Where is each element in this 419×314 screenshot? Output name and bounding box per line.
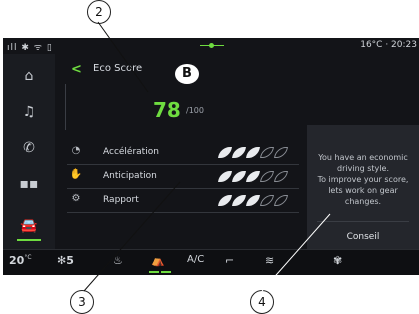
fan-speed[interactable]: ✻5 — [57, 254, 74, 267]
eco-score-max: /100 — [186, 106, 204, 115]
leaf-icon — [274, 195, 288, 206]
criteria-row: ✋ Anticipation — [67, 166, 299, 189]
leaf-icon — [232, 171, 246, 182]
criteria-label: Rapport — [103, 195, 139, 205]
leaf-icon — [246, 147, 260, 158]
criteria-label: Accélération — [103, 147, 159, 157]
leaf-icon — [232, 147, 246, 158]
leaf-icon — [218, 147, 232, 158]
callout-3: 3 — [70, 290, 94, 314]
speedometer-icon: ◔ — [71, 145, 81, 156]
panel-divider — [317, 221, 409, 222]
anticipation-icon: ✋ — [69, 169, 83, 180]
temperature-value: 20 — [9, 254, 25, 267]
rear-climate-icon[interactable]: ✾ — [333, 254, 342, 267]
ac-button[interactable]: A/C — [187, 254, 204, 265]
callout-2: 2 — [87, 0, 111, 24]
leaf-icon — [218, 195, 232, 206]
temperature[interactable]: 20°C — [9, 254, 32, 267]
home-icon[interactable]: ⌂ — [3, 58, 55, 94]
back-chevron-icon[interactable]: < — [71, 62, 82, 77]
leaf-icon — [260, 147, 274, 158]
seat-heat-icon[interactable]: ♨ — [113, 254, 123, 267]
climate-bar: 20°C ✻5 ♨ ⛺ A/C ⌐ ≋ ✾ — [3, 249, 419, 275]
seat-level-bar-1 — [149, 271, 159, 273]
seat-ventilation-icon[interactable]: ⌐ — [225, 254, 234, 267]
leaf-icon — [274, 147, 288, 158]
leaf-icon — [218, 171, 232, 182]
criteria-row: ◔ Accélération — [67, 142, 299, 165]
advice-text: You have an economic driving style. To i… — [317, 153, 409, 206]
main-content: < Eco Score 78 /100 ◔ Accélération ✋ Antici… — [55, 54, 419, 275]
criteria-label: Anticipation — [103, 171, 157, 181]
leaf-rating — [218, 195, 288, 207]
fan-speed-value: 5 — [66, 254, 74, 267]
leaf-icon — [274, 171, 288, 182]
leaf-icon — [260, 171, 274, 182]
seat-level-bar-2 — [161, 271, 171, 273]
phone-icon[interactable]: ✆ — [3, 130, 55, 166]
connectivity-icons: ıll ✱ ᯤ ▯ — [7, 43, 53, 53]
car-icon[interactable]: 🚘 — [3, 208, 55, 244]
leaf-icon — [232, 195, 246, 206]
leaf-rating — [218, 171, 288, 183]
page-title: Eco Score — [93, 63, 143, 74]
leaf-icon — [246, 195, 260, 206]
gear-icon: ⚙ — [71, 193, 81, 204]
music-icon[interactable]: ♫ — [3, 94, 55, 130]
temperature-unit: °C — [24, 254, 32, 261]
defrost-icon[interactable]: ≋ — [265, 254, 274, 267]
page-indicator — [200, 43, 224, 48]
conseil-button[interactable]: Conseil — [307, 227, 419, 247]
eco-score-value: 78 — [153, 98, 181, 122]
temp-time: 16°C · 20:23 — [360, 40, 417, 50]
infotainment-screen: ıll ✱ ᯤ ▯ 16°C · 20:23 ⌂ ♫ ✆ ▪▪ 🚘 < Eco … — [3, 38, 419, 275]
apps-icon[interactable]: ▪▪ — [3, 166, 55, 202]
divider — [65, 84, 66, 130]
leaf-icon — [260, 195, 274, 206]
callout-4: 4 — [250, 290, 274, 314]
seat-icon[interactable]: ⛺ — [151, 254, 165, 267]
leaf-icon — [246, 171, 260, 182]
sidebar: ⌂ ♫ ✆ ▪▪ 🚘 — [3, 54, 55, 249]
status-bar: ıll ✱ ᯤ ▯ 16°C · 20:23 — [3, 38, 419, 54]
leaf-rating — [218, 147, 288, 159]
criteria-row: ⚙ Rapport — [67, 190, 299, 213]
callout-b: B — [175, 64, 199, 84]
